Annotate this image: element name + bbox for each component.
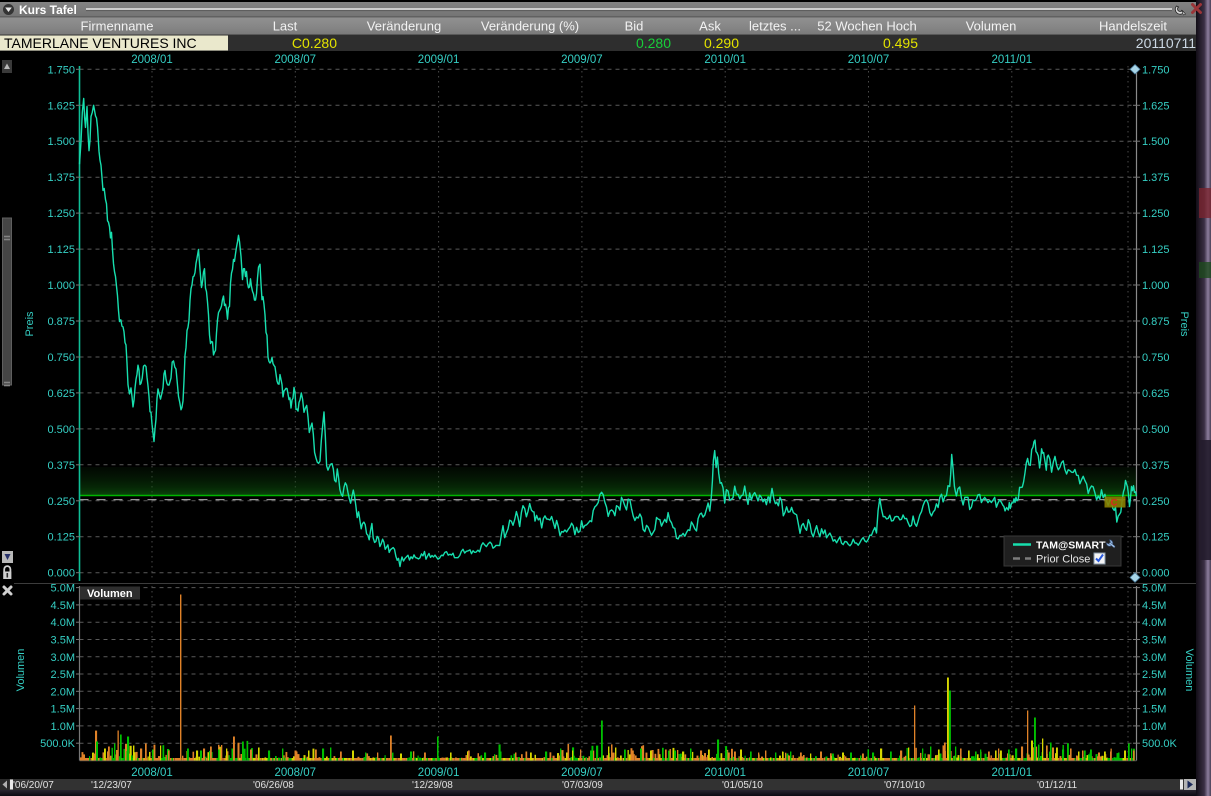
svg-text:2010/01: 2010/01 — [704, 767, 746, 779]
svg-text:3.0M: 3.0M — [51, 652, 75, 664]
svg-text:letztes ...: letztes ... — [749, 19, 801, 34]
svg-text:1.625: 1.625 — [47, 100, 75, 112]
svg-text:4.5M: 4.5M — [51, 600, 75, 612]
svg-text:2010/07: 2010/07 — [848, 54, 890, 66]
svg-text:'01/05/10: '01/05/10 — [722, 780, 763, 791]
svg-text:4.0M: 4.0M — [51, 617, 75, 629]
svg-text:'06/26/08: '06/26/08 — [253, 780, 294, 791]
svg-text:0.625: 0.625 — [1142, 388, 1170, 400]
svg-text:1.750: 1.750 — [47, 64, 75, 76]
svg-text:2010/01: 2010/01 — [704, 54, 746, 66]
svg-text:0.375: 0.375 — [47, 460, 75, 472]
svg-text:1.750: 1.750 — [1142, 64, 1170, 76]
svg-text:1.5M: 1.5M — [51, 704, 75, 716]
svg-text:Volumen: Volumen — [1183, 649, 1195, 692]
svg-text:1.375: 1.375 — [1142, 172, 1170, 184]
svg-text:1.500: 1.500 — [47, 136, 75, 148]
svg-text:0.750: 0.750 — [1142, 352, 1170, 364]
svg-text:4.5M: 4.5M — [1142, 600, 1166, 612]
svg-text:Preis: Preis — [1178, 311, 1190, 337]
svg-text:2008/07: 2008/07 — [275, 767, 317, 779]
svg-text:Ask: Ask — [699, 19, 721, 34]
svg-text:'06/20/07: '06/20/07 — [13, 780, 54, 791]
svg-text:2008/07: 2008/07 — [275, 54, 317, 66]
svg-text:2011/01: 2011/01 — [991, 767, 1032, 779]
svg-text:2.0M: 2.0M — [1142, 686, 1166, 698]
svg-text:2010/07: 2010/07 — [848, 767, 890, 779]
svg-text:20110711: 20110711 — [1136, 35, 1196, 51]
svg-text:2.5M: 2.5M — [51, 669, 75, 681]
svg-text:0.875: 0.875 — [1142, 316, 1170, 328]
svg-text:1.500: 1.500 — [1142, 136, 1170, 148]
svg-text:0.000: 0.000 — [47, 568, 75, 580]
svg-text:'12/29/08: '12/29/08 — [412, 780, 453, 791]
svg-text:Kurs Tafel: Kurs Tafel — [19, 3, 77, 17]
svg-text:1.000: 1.000 — [1142, 280, 1170, 292]
svg-text:Prior Close: Prior Close — [1036, 554, 1090, 566]
svg-text:1.0M: 1.0M — [51, 721, 75, 733]
svg-text:0.375: 0.375 — [1142, 460, 1170, 472]
svg-text:5.0M: 5.0M — [51, 583, 75, 595]
svg-text:Handelszeit: Handelszeit — [1099, 19, 1167, 34]
svg-text:1.375: 1.375 — [47, 172, 75, 184]
svg-text:500.0K: 500.0K — [40, 738, 76, 750]
svg-text:'07/03/09: '07/03/09 — [562, 780, 603, 791]
svg-text:52 Wochen Hoch: 52 Wochen Hoch — [817, 19, 917, 34]
svg-text:Volumen: Volumen — [87, 588, 133, 600]
svg-text:Veränderung: Veränderung — [367, 19, 441, 34]
svg-text:0.250: 0.250 — [1142, 496, 1170, 508]
svg-text:3.0M: 3.0M — [1142, 652, 1166, 664]
svg-text:0.125: 0.125 — [47, 532, 75, 544]
svg-text:0.500: 0.500 — [1142, 424, 1170, 436]
svg-text:'01/12/11: '01/12/11 — [1037, 780, 1078, 791]
svg-text:1.5M: 1.5M — [1142, 704, 1166, 716]
svg-text:2.0M: 2.0M — [51, 686, 75, 698]
svg-text:Preis: Preis — [24, 311, 36, 337]
svg-text:0.280: 0.280 — [636, 35, 671, 51]
svg-text:0.290: 0.290 — [704, 35, 739, 51]
svg-text:500.0K: 500.0K — [1142, 738, 1178, 750]
svg-text:1.125: 1.125 — [1142, 244, 1170, 256]
svg-text:Firmenname: Firmenname — [81, 19, 154, 34]
svg-text:TAM@SMART: TAM@SMART — [1036, 540, 1106, 552]
svg-text:3.5M: 3.5M — [51, 635, 75, 647]
svg-text:Volumen: Volumen — [15, 649, 27, 692]
svg-text:'12/23/07: '12/23/07 — [91, 780, 132, 791]
svg-text:0.625: 0.625 — [47, 388, 75, 400]
svg-text:Volumen: Volumen — [966, 19, 1017, 34]
svg-text:1.125: 1.125 — [47, 244, 75, 256]
svg-text:2011/01: 2011/01 — [991, 54, 1032, 66]
svg-text:2009/01: 2009/01 — [418, 767, 460, 779]
svg-text:1.250: 1.250 — [1142, 208, 1170, 220]
svg-text:2009/01: 2009/01 — [418, 54, 460, 66]
svg-text:0.495: 0.495 — [883, 35, 918, 51]
svg-text:0.875: 0.875 — [47, 316, 75, 328]
svg-text:Last: Last — [273, 19, 298, 34]
svg-text:1.625: 1.625 — [1142, 100, 1170, 112]
svg-text:1.250: 1.250 — [47, 208, 75, 220]
svg-text:2009/07: 2009/07 — [561, 767, 603, 779]
svg-text:2.5M: 2.5M — [1142, 669, 1166, 681]
svg-text:0.500: 0.500 — [47, 424, 75, 436]
svg-text:C0.280: C0.280 — [292, 35, 337, 51]
svg-text:TAMERLANE VENTURES INC: TAMERLANE VENTURES INC — [4, 35, 197, 51]
svg-text:5.0M: 5.0M — [1142, 583, 1166, 595]
svg-text:Bid: Bid — [625, 19, 644, 34]
svg-text:C: C — [1111, 498, 1118, 509]
svg-text:2008/01: 2008/01 — [131, 767, 173, 779]
svg-text:0.000: 0.000 — [1142, 568, 1170, 580]
svg-text:0.125: 0.125 — [1142, 532, 1170, 544]
svg-text:3.5M: 3.5M — [1142, 635, 1166, 647]
svg-text:2009/07: 2009/07 — [561, 54, 603, 66]
svg-text:Veränderung (%): Veränderung (%) — [481, 19, 579, 34]
svg-text:1.000: 1.000 — [47, 280, 75, 292]
svg-text:2008/01: 2008/01 — [131, 54, 173, 66]
svg-text:4.0M: 4.0M — [1142, 617, 1166, 629]
svg-text:'07/10/10: '07/10/10 — [884, 780, 925, 791]
svg-text:0.250: 0.250 — [47, 496, 75, 508]
svg-text:1.0M: 1.0M — [1142, 721, 1166, 733]
svg-text:0.750: 0.750 — [47, 352, 75, 364]
